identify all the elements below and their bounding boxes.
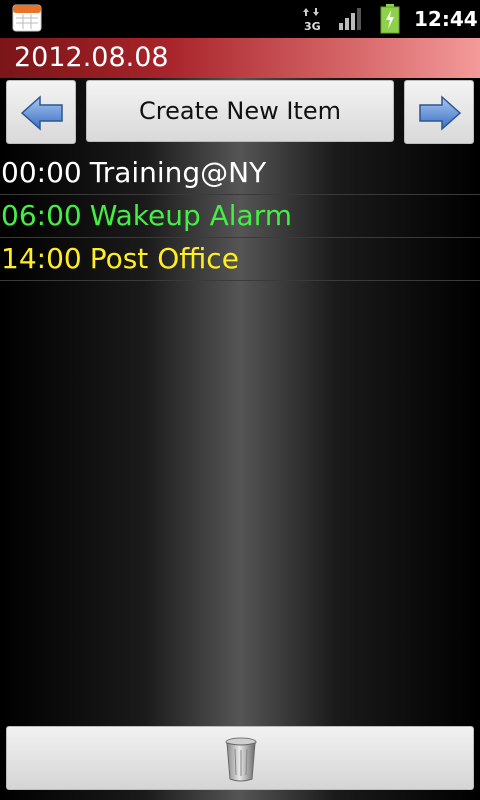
item-title: Wakeup Alarm bbox=[89, 199, 293, 232]
right-arrow-icon bbox=[419, 95, 462, 131]
item-title: Training@NY bbox=[89, 156, 267, 189]
calendar-app-icon bbox=[12, 4, 42, 32]
left-arrow-icon bbox=[20, 95, 63, 131]
previous-day-button[interactable] bbox=[6, 80, 76, 144]
trash-icon bbox=[225, 737, 257, 782]
signal-icon bbox=[339, 8, 361, 30]
battery-charging-icon bbox=[380, 4, 400, 34]
list-item[interactable]: 06:00 Wakeup Alarm bbox=[0, 195, 480, 238]
delete-button[interactable] bbox=[6, 726, 474, 790]
network-type-label: 3G bbox=[304, 20, 321, 32]
item-time: 06:00 bbox=[1, 199, 82, 232]
list-item[interactable]: 14:00 Post Office bbox=[0, 238, 480, 281]
item-time: 00:00 bbox=[1, 156, 82, 189]
list-item[interactable]: 00:00 Training@NY bbox=[0, 152, 480, 195]
item-title: Post Office bbox=[89, 242, 239, 275]
status-bar: 3G 12:44 bbox=[0, 0, 480, 38]
3g-data-icon: 3G bbox=[303, 8, 321, 32]
current-date: 2012.08.08 bbox=[14, 42, 169, 73]
create-new-item-label: Create New Item bbox=[139, 97, 341, 125]
create-new-item-button[interactable]: Create New Item bbox=[86, 80, 394, 142]
item-time: 14:00 bbox=[1, 242, 82, 275]
next-day-button[interactable] bbox=[404, 80, 474, 144]
date-header: 2012.08.08 bbox=[0, 38, 480, 78]
event-list: 00:00 Training@NY 06:00 Wakeup Alarm 14:00… bbox=[0, 152, 480, 281]
status-clock: 12:44 bbox=[414, 7, 478, 31]
